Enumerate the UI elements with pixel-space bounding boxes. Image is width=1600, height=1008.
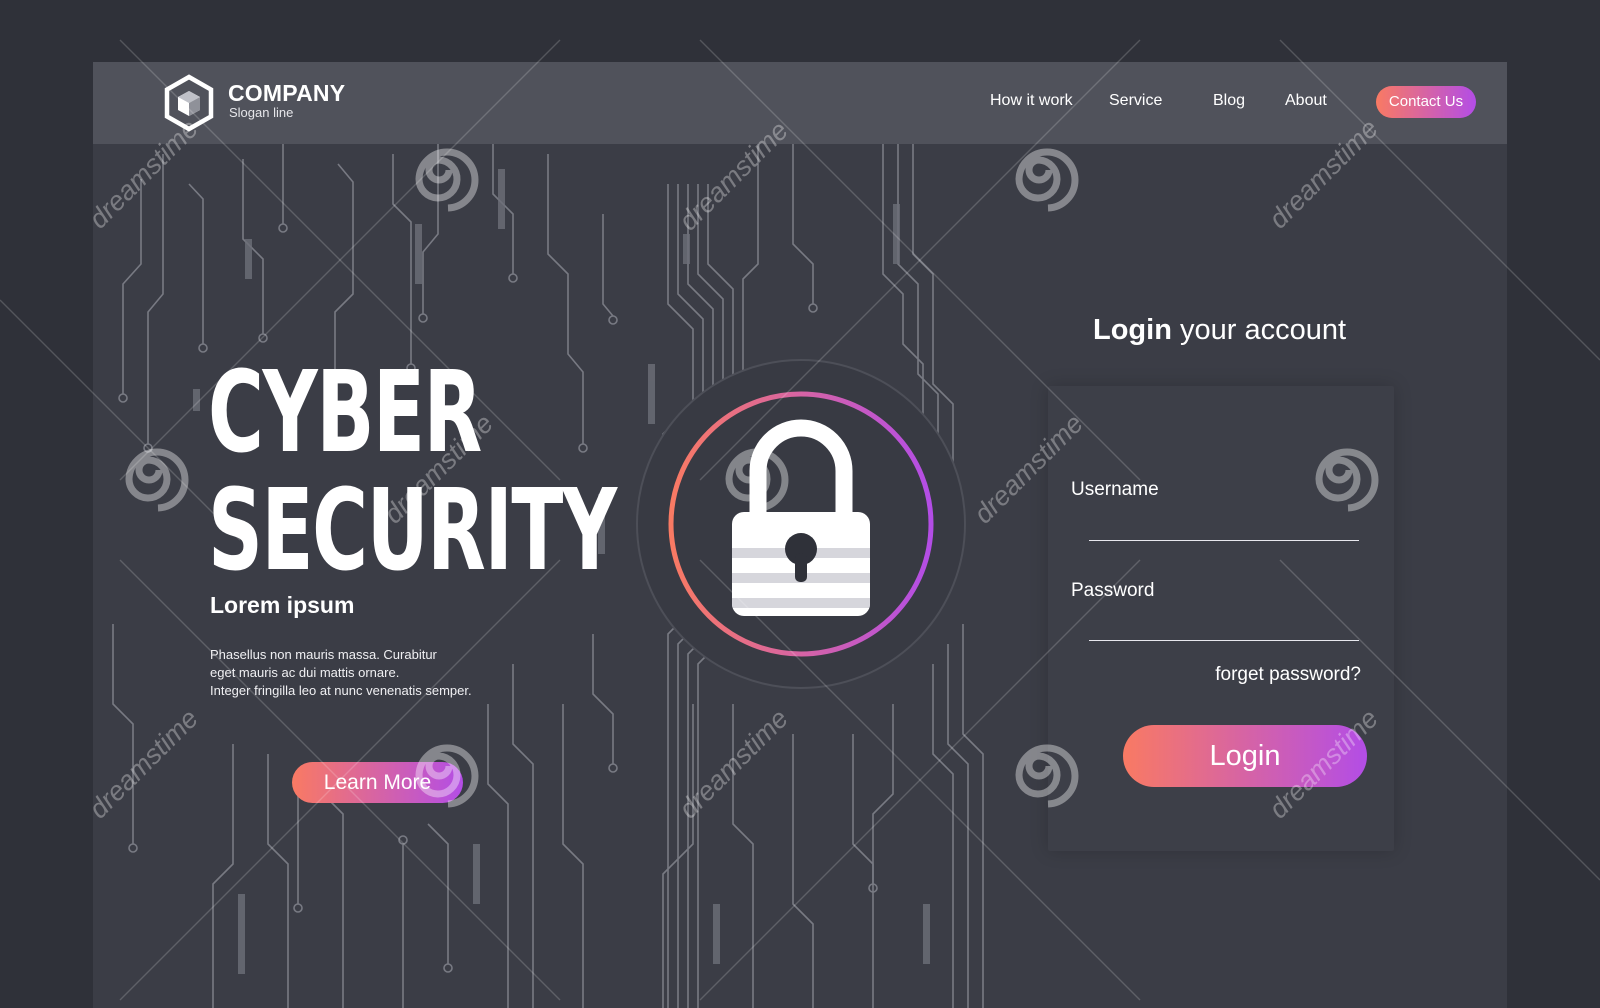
navbar: COMPANY Slogan line How it work Service … bbox=[93, 62, 1507, 144]
padlock-icon bbox=[636, 359, 966, 689]
username-field[interactable] bbox=[1089, 510, 1359, 541]
password-label: Password bbox=[1071, 580, 1155, 601]
hero-body: Phasellus non mauris massa. Curabitur eg… bbox=[210, 646, 530, 700]
login-title-bold: Login bbox=[1093, 314, 1172, 346]
landing-page: COMPANY Slogan line How it work Service … bbox=[93, 62, 1507, 1008]
nav-link-how-it-work[interactable]: How it work bbox=[990, 92, 1073, 110]
username-label: Username bbox=[1071, 479, 1159, 500]
login-button[interactable]: Login bbox=[1123, 725, 1367, 787]
hero-body-line-2: eget mauris ac dui mattis ornare. bbox=[210, 665, 400, 680]
hero-title-line-2: SECURITY bbox=[208, 466, 617, 596]
password-field[interactable] bbox=[1089, 610, 1359, 641]
forget-password-link[interactable]: forget password? bbox=[1176, 664, 1361, 686]
login-title-rest: your account bbox=[1171, 314, 1347, 346]
learn-more-button[interactable]: Learn More bbox=[292, 762, 463, 803]
hero-title: CYBER SECURITY bbox=[208, 348, 617, 596]
hexagon-cube-logo-icon[interactable] bbox=[163, 74, 215, 132]
nav-link-blog[interactable]: Blog bbox=[1213, 92, 1245, 110]
nav-link-about[interactable]: About bbox=[1285, 92, 1327, 110]
contact-us-button[interactable]: Contact Us bbox=[1376, 86, 1476, 118]
brand-name: COMPANY bbox=[228, 80, 346, 106]
hero-subtitle: Lorem ipsum bbox=[210, 592, 355, 618]
login-title: Login your account bbox=[1093, 314, 1346, 347]
hero-body-line-3: Integer fringilla leo at nunc venenatis … bbox=[210, 683, 472, 698]
nav-link-service[interactable]: Service bbox=[1109, 92, 1162, 110]
brand-slogan: Slogan line bbox=[229, 105, 294, 120]
hero-body-line-1: Phasellus non mauris massa. Curabitur bbox=[210, 647, 437, 662]
hero-title-line-1: CYBER bbox=[208, 348, 482, 478]
